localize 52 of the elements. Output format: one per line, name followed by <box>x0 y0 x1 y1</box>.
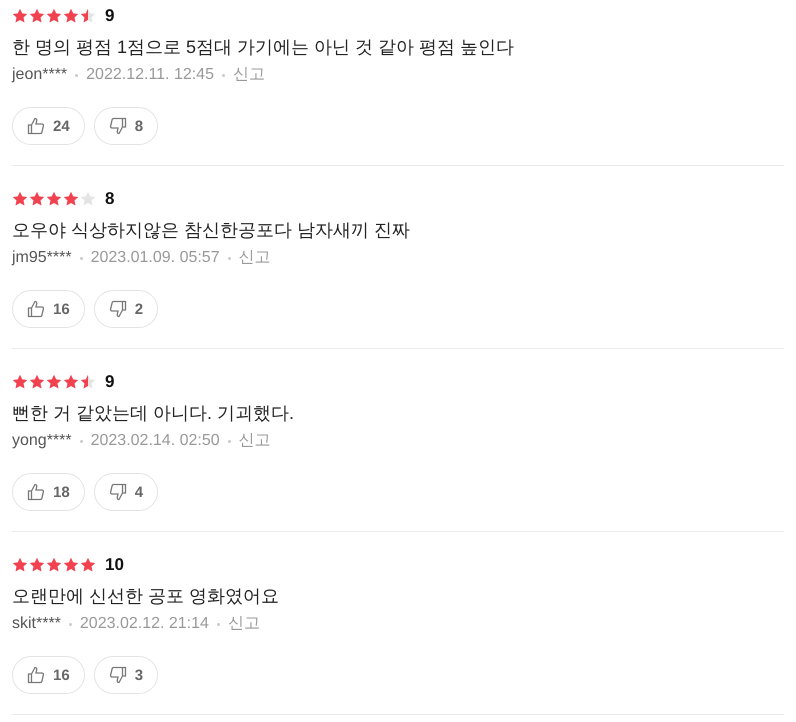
star-icon <box>80 557 96 573</box>
review-date: 2023.02.14. 02:50 <box>90 431 220 451</box>
thumbs-up-icon <box>27 483 45 501</box>
rating-score: 9 <box>105 372 114 392</box>
dislike-button[interactable]: 8 <box>94 107 158 145</box>
review-date: 2022.12.11. 12:45 <box>86 65 214 85</box>
star-icon <box>63 8 79 24</box>
thumbs-down-icon <box>108 483 127 501</box>
star-icon <box>46 374 62 390</box>
rating-score: 8 <box>105 189 114 209</box>
star-icon <box>46 191 62 207</box>
username: yong**** <box>12 431 72 451</box>
like-button[interactable]: 18 <box>12 473 85 511</box>
dislike-button[interactable]: 2 <box>94 290 158 328</box>
thumbs-up-icon <box>27 666 45 684</box>
thumbs-down-icon <box>108 117 127 135</box>
star-icon <box>80 191 96 207</box>
star-icon <box>12 8 28 24</box>
review-text: 오우야 식상하지않은 참신한공포다 남자새끼 진짜 <box>12 219 412 242</box>
like-button[interactable]: 24 <box>12 107 85 145</box>
review-text: 한 명의 평점 1점으로 5점대 가기에는 아닌 것 같아 평점 높인다 <box>12 36 516 59</box>
like-button[interactable]: 16 <box>12 656 85 694</box>
star-icon <box>29 557 45 573</box>
star-icon <box>63 374 79 390</box>
thumbs-up-icon <box>27 300 45 318</box>
star-icon <box>29 8 45 24</box>
review-text: 뻔한 거 같았는데 아니다. 기괴했다. <box>12 402 296 425</box>
review-text: 오랜만에 신선한 공포 영화였어요 <box>12 585 280 608</box>
username: jm95**** <box>12 248 72 268</box>
username: jeon**** <box>12 65 68 85</box>
thumbs-down-icon <box>108 666 127 684</box>
rating-score: 9 <box>105 6 114 26</box>
dislike-button[interactable]: 3 <box>94 656 158 694</box>
review-date: 2023.01.09. 05:57 <box>90 248 220 268</box>
star-icon <box>46 557 62 573</box>
star-icon <box>80 8 96 24</box>
rating-score: 10 <box>105 555 124 575</box>
star-icon <box>12 374 28 390</box>
star-icon <box>80 374 96 390</box>
star-icon <box>29 191 45 207</box>
dislike-button[interactable]: 4 <box>94 473 158 511</box>
star-icon <box>29 374 45 390</box>
star-icon <box>12 557 28 573</box>
review-date: 2023.02.12. 21:14 <box>80 614 209 634</box>
username: skit**** <box>12 614 61 634</box>
thumbs-down-icon <box>108 300 127 318</box>
thumbs-up-icon <box>27 117 45 135</box>
like-button[interactable]: 16 <box>12 290 85 328</box>
star-icon <box>63 191 79 207</box>
star-icon <box>12 191 28 207</box>
star-icon <box>46 8 62 24</box>
star-icon <box>63 557 79 573</box>
